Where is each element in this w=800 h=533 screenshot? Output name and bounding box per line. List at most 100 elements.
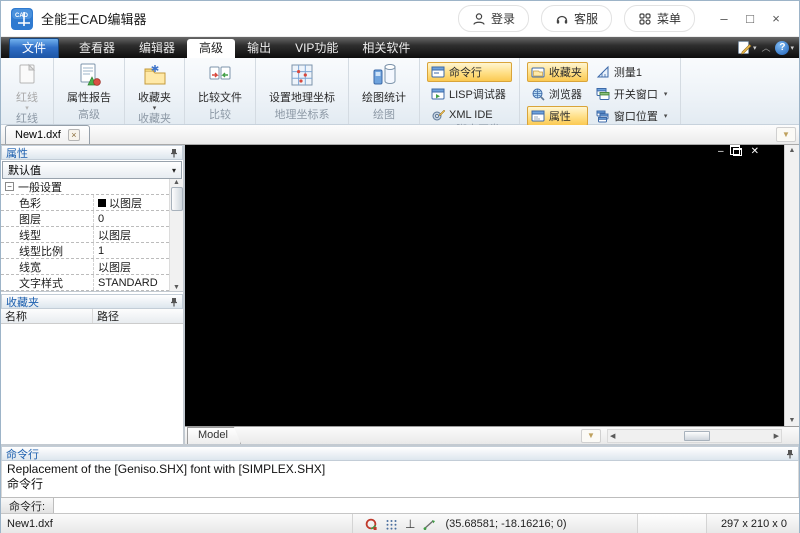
tab-related[interactable]: 相关软件 xyxy=(350,39,422,58)
mdi-restore-icon[interactable] xyxy=(729,145,742,156)
property-value[interactable]: 1 xyxy=(93,243,169,258)
scroll-down-icon[interactable]: ▼ xyxy=(173,284,180,291)
command-line-button[interactable]: 命令行 xyxy=(427,62,512,82)
collapse-group-icon[interactable]: − xyxy=(5,182,14,191)
properties-scrollbar[interactable]: ▲ ▼ xyxy=(169,179,183,291)
ribbon-group-drawing: 绘图统计 绘图 xyxy=(349,58,420,124)
mdi-minimize-icon[interactable]: – xyxy=(718,147,724,157)
window-position-caret-icon: ▾ xyxy=(663,113,668,120)
properties-grid: − 一般设置 色彩 以图层 图层 0 线型 以图层 线型比例 1 线宽 以图层 … xyxy=(1,179,183,292)
property-row-lineweight: 线宽 以图层 xyxy=(1,259,169,275)
tab-vip[interactable]: VIP功能 xyxy=(283,39,350,58)
drawing-stats-button[interactable]: 绘图统计 xyxy=(356,61,412,106)
property-value[interactable]: STANDARD xyxy=(93,275,169,290)
properties-pin-button[interactable] xyxy=(170,148,178,158)
window-position-button[interactable]: 窗口位置 ▾ xyxy=(592,106,674,126)
favorites-pin-button[interactable] xyxy=(170,297,178,307)
property-row-textstyle: 文字样式 STANDARD xyxy=(1,275,169,291)
quick-edit-button[interactable]: ▾ xyxy=(737,40,757,55)
command-history[interactable]: Replacement of the [Geniso.SHX] font wit… xyxy=(1,461,799,497)
geo-grid-icon xyxy=(291,64,313,86)
group-label-geo: 地理坐标系 xyxy=(274,109,330,121)
property-report-button[interactable]: 属性报告 xyxy=(61,61,117,106)
lisp-debugger-button[interactable]: LISP调试器 xyxy=(427,84,512,104)
tab-viewer[interactable]: 查看器 xyxy=(67,39,127,58)
document-tab[interactable]: New1.dxf × xyxy=(5,125,90,144)
favorites-col-path[interactable]: 路径 xyxy=(93,309,183,323)
property-value[interactable]: 以图层 xyxy=(93,227,169,242)
tab-output[interactable]: 输出 xyxy=(235,39,283,58)
canvas-scroll-left-icon[interactable]: ◀ xyxy=(610,432,615,440)
property-value[interactable]: 以图层 xyxy=(93,259,169,274)
tab-file[interactable]: 文件 xyxy=(9,38,60,58)
canvas-horizontal-scrollbar[interactable]: ◀ ▶ xyxy=(606,428,782,443)
menu-label: 菜单 xyxy=(656,12,681,26)
set-geo-coords-button[interactable]: 设置地理坐标 xyxy=(263,61,341,106)
tab-advanced[interactable]: 高级 xyxy=(187,39,236,58)
canvas-vertical-scrollbar[interactable]: ▲ ▼ xyxy=(784,145,799,426)
redline-button[interactable]: 红线 ▾ xyxy=(8,61,46,113)
pencil-page-icon xyxy=(737,41,752,55)
favorites-list[interactable] xyxy=(1,324,183,444)
canvas-scroll-up-icon[interactable]: ▲ xyxy=(789,147,796,154)
app-logo-icon: CAD xyxy=(11,7,33,30)
command-line-label: 命令行 xyxy=(449,67,482,79)
tab-editor[interactable]: 编辑器 xyxy=(127,39,187,58)
pin-icon xyxy=(171,297,177,306)
mdi-close-icon[interactable]: ✕ xyxy=(751,147,759,157)
canvas-scroll-down-icon[interactable]: ▼ xyxy=(789,417,796,424)
grid-toggle-icon[interactable] xyxy=(385,518,398,531)
group-label-advanced: 高级 xyxy=(78,109,100,121)
command-input[interactable] xyxy=(54,498,799,513)
favorites-big-button[interactable]: 收藏夹 ▾ xyxy=(132,61,177,113)
window-browser-toggle[interactable]: 浏览器 xyxy=(527,84,588,104)
canvas-hscroll-thumb[interactable] xyxy=(684,430,711,441)
property-group-row[interactable]: − 一般设置 xyxy=(1,179,169,195)
menu-button[interactable]: 菜单 xyxy=(623,5,695,32)
document-tab-close-icon[interactable]: × xyxy=(67,129,80,141)
model-tab[interactable]: Model xyxy=(187,427,241,444)
window-properties-icon xyxy=(531,110,545,122)
favorites-caret-icon: ▾ xyxy=(152,105,157,112)
maximize-button[interactable]: □ xyxy=(737,11,763,26)
window-position-label: 窗口位置 xyxy=(613,111,658,123)
property-value[interactable]: 0 xyxy=(93,211,169,226)
toggle-window-caret-icon: ▾ xyxy=(663,91,668,98)
toggle-window-button[interactable]: 开关窗口 ▾ xyxy=(592,84,674,104)
command-pin-button[interactable] xyxy=(786,449,794,459)
osnap-toggle-icon[interactable] xyxy=(365,518,378,531)
measure1-button[interactable]: 测量1 xyxy=(592,62,674,82)
property-label: 图层 xyxy=(19,213,41,226)
help-button[interactable]: ? ▾ xyxy=(775,40,794,55)
minimize-button[interactable]: – xyxy=(711,11,737,26)
favorites-panel-header: 收藏夹 xyxy=(1,294,183,309)
property-value-color[interactable]: 以图层 xyxy=(93,195,169,210)
support-button[interactable]: 客服 xyxy=(540,5,612,32)
xml-ide-button[interactable]: XML IDE xyxy=(427,106,512,124)
favorites-col-name[interactable]: 名称 xyxy=(1,309,93,323)
ribbon: 红线 ▾ 红线 属性报告 高级 收藏夹 ▾ 收藏夹 比较文件 比较 设置地理坐标… xyxy=(1,58,799,138)
collapse-ribbon-button[interactable]: ︿ xyxy=(761,41,770,54)
quick-edit-caret-icon: ▾ xyxy=(752,44,757,52)
window-properties-toggle[interactable]: 属性 xyxy=(526,106,588,126)
toggle-window-icon xyxy=(596,88,610,100)
scroll-up-icon[interactable]: ▲ xyxy=(173,179,180,186)
properties-panel-title: 属性 xyxy=(6,147,28,160)
ribbon-group-lisp: 命令行 LISP调试器 XML IDE List脚本开发 xyxy=(420,58,520,136)
xml-ide-icon xyxy=(432,109,445,121)
pin-icon xyxy=(787,449,793,458)
polar-toggle-icon[interactable] xyxy=(422,518,437,531)
properties-preset-dropdown[interactable]: 默认值 ▾ xyxy=(2,161,182,179)
compare-files-button[interactable]: 比较文件 xyxy=(192,61,248,106)
canvas-scroll-right-icon[interactable]: ▶ xyxy=(774,432,779,440)
drawing-canvas[interactable]: – ✕ ▲ ▼ xyxy=(185,145,799,426)
properties-scrollbar-thumb[interactable] xyxy=(170,187,183,211)
command-window-icon xyxy=(431,66,445,78)
property-label: 线型 xyxy=(19,229,41,242)
document-tab-list-chevron-icon[interactable]: ▼ xyxy=(776,127,796,142)
ortho-toggle-icon[interactable]: ⊥ xyxy=(405,517,415,531)
login-button[interactable]: 登录 xyxy=(457,5,529,32)
close-button[interactable]: × xyxy=(763,11,789,26)
window-favorites-toggle[interactable]: 收藏夹 xyxy=(526,62,588,82)
layout-tab-chevron-icon[interactable]: ▼ xyxy=(580,428,601,443)
